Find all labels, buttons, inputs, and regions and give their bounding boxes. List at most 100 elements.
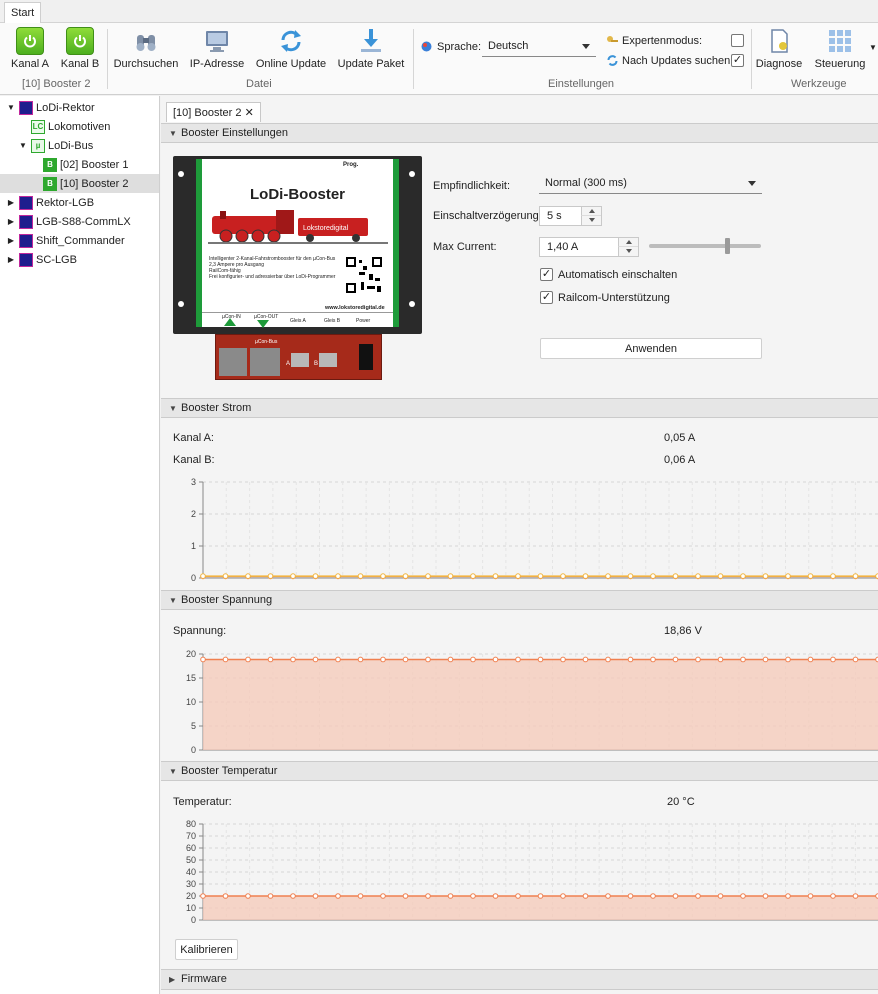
data-point <box>852 893 859 899</box>
data-point <box>672 573 679 579</box>
max-current-slider[interactable] <box>649 244 761 248</box>
nach-updates-checkbox[interactable]: ✓ <box>731 54 744 67</box>
tree-item-lokomotiven[interactable]: LC Lokomotiven <box>18 117 110 136</box>
data-point <box>717 893 724 899</box>
tree-item-booster-1[interactable]: B [02] Booster 1 <box>30 155 129 174</box>
tree-item-sc-lgb[interactable]: ▶ SC-LGB <box>6 250 77 269</box>
data-point <box>560 573 566 579</box>
y-tick-label: 10 <box>186 697 196 707</box>
y-tick-label: 70 <box>186 831 196 841</box>
data-point <box>290 893 296 899</box>
data-point <box>492 656 499 663</box>
max-current-spinner[interactable]: 1,40 A <box>539 237 639 257</box>
expand-icon[interactable]: ▶ <box>6 198 16 207</box>
data-point <box>650 656 656 663</box>
section-booster-strom[interactable]: ▼ Booster Strom <box>161 398 878 418</box>
data-point <box>537 573 544 579</box>
spinner-down-icon[interactable] <box>581 216 601 225</box>
expand-icon[interactable]: ▶ <box>6 217 16 226</box>
spannung-label: Spannung: <box>173 625 227 637</box>
collapse-icon: ▼ <box>169 767 177 776</box>
data-point <box>740 573 746 579</box>
group-werkzeuge-label: Werkzeuge <box>791 78 847 90</box>
booster-product-image: Prog. LoDi-Booster Lokstoredigital Intel… <box>173 156 422 380</box>
tree-item-label: Shift_Commander <box>36 234 125 247</box>
spinner-up-icon[interactable] <box>618 238 638 247</box>
data-point <box>672 656 679 663</box>
group-einstellungen-label: Einstellungen <box>548 78 615 90</box>
slider-thumb[interactable] <box>725 238 731 254</box>
product-url: www.lokstoredigital.de <box>325 305 385 311</box>
expand-icon[interactable]: ▶ <box>6 236 16 245</box>
empfindlichkeit-select[interactable]: Normal (300 ms) <box>539 174 762 194</box>
railcom-checkbox[interactable]: ✓ <box>540 291 553 304</box>
auto-einschalten-checkbox[interactable]: ✓ <box>540 268 553 281</box>
tree-item-label: Rektor-LGB <box>36 196 95 209</box>
data-point <box>830 893 836 899</box>
y-tick-label: 0 <box>191 915 196 925</box>
y-tick-label: 30 <box>186 879 196 889</box>
expand-icon: ▶ <box>169 975 176 984</box>
expertenmodus-checkbox[interactable] <box>731 34 744 47</box>
tree-item-booster-2[interactable]: B [10] Booster 2 <box>0 174 159 193</box>
anwenden-button[interactable]: Anwenden <box>540 338 762 359</box>
data-point <box>695 893 701 899</box>
kanal-b-button[interactable]: Kanal B <box>58 27 102 70</box>
expand-icon[interactable]: ▼ <box>18 141 28 150</box>
bus-icon: µ <box>31 138 45 153</box>
durchsuchen-button[interactable]: Durchsuchen <box>113 27 179 70</box>
online-update-button[interactable]: Online Update <box>255 27 327 70</box>
series-area <box>203 659 878 750</box>
y-tick-label: 20 <box>186 649 196 659</box>
data-point <box>695 656 701 663</box>
ip-adresse-button[interactable]: IP-Adresse <box>188 27 246 70</box>
data-point <box>515 656 521 663</box>
locomotive-icon: LC <box>31 119 45 134</box>
expand-icon[interactable]: ▶ <box>6 255 16 264</box>
data-point <box>335 573 341 579</box>
doc-tab-booster-2[interactable]: [10] Booster 2 ✕ <box>166 102 261 122</box>
kalibrieren-button[interactable]: Kalibrieren <box>175 939 238 960</box>
tree-item-rektor-lgb[interactable]: ▶ Rektor-LGB <box>6 193 94 212</box>
device-group-label: [10] Booster 2 <box>22 78 91 90</box>
tree-item-label: LoDi-Rektor <box>36 101 95 114</box>
einschalt-spinner[interactable]: 5 s <box>539 206 602 226</box>
data-point <box>357 573 364 579</box>
data-point <box>222 656 229 663</box>
diagnose-button[interactable]: Diagnose <box>754 27 804 70</box>
einschalt-label: Einschaltverzögerung: <box>433 210 542 222</box>
section-firmware[interactable]: ▶ Firmware <box>161 969 878 990</box>
ribbon-overflow-icon[interactable]: ▼ <box>869 43 877 52</box>
expand-icon[interactable]: ▼ <box>6 103 16 112</box>
y-tick-label: 5 <box>191 721 196 731</box>
tree-item-lgb-s88-commlx[interactable]: ▶ LGB-S88-CommLX <box>6 212 131 231</box>
sprache-select[interactable]: Deutsch <box>482 37 596 57</box>
data-point <box>402 573 409 579</box>
monitor-icon <box>203 27 231 55</box>
globe-icon <box>421 41 432 55</box>
tree-item-lodi-rektor[interactable]: ▼ LoDi-Rektor <box>6 98 95 117</box>
tree-item-lodi-bus[interactable]: ▼ µ LoDi-Bus <box>18 136 93 155</box>
spannung-value: 18,86 V <box>664 625 702 637</box>
update-paket-button[interactable]: Update Paket <box>336 27 406 70</box>
data-point <box>582 656 589 663</box>
sprache-label: Sprache: <box>437 41 482 53</box>
tab-start[interactable]: Start <box>4 2 42 23</box>
steuerung-button[interactable]: Steuerung <box>812 27 868 70</box>
section-booster-temperatur[interactable]: ▼ Booster Temperatur <box>161 761 878 781</box>
section-booster-einstellungen[interactable]: ▼ Booster Einstellungen <box>161 123 878 143</box>
data-point <box>627 893 634 899</box>
y-tick-label: 0 <box>191 573 196 583</box>
collapse-icon: ▼ <box>169 596 177 605</box>
close-icon[interactable]: ✕ <box>245 107 254 119</box>
section-booster-spannung[interactable]: ▼ Booster Spannung <box>161 590 878 610</box>
spinner-up-icon[interactable] <box>581 207 601 216</box>
spinner-down-icon[interactable] <box>618 247 638 256</box>
y-tick-label: 1 <box>191 541 196 551</box>
data-point <box>200 656 206 663</box>
tree-item-shift-commander[interactable]: ▶ Shift_Commander <box>6 231 125 250</box>
data-point <box>470 893 476 899</box>
data-point <box>335 893 341 899</box>
kanal-a-button[interactable]: Kanal A <box>8 27 52 70</box>
data-point <box>740 893 746 899</box>
